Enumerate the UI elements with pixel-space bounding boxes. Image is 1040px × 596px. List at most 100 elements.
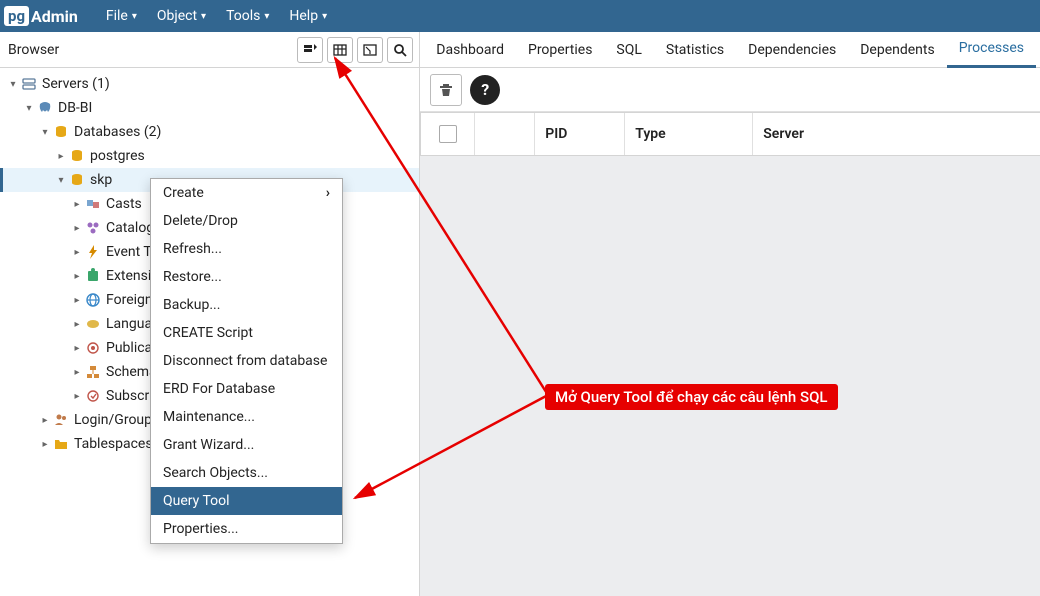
select-all-checkbox[interactable]	[439, 125, 457, 143]
folder-icon	[52, 435, 70, 453]
tab-sql[interactable]: SQL	[604, 32, 653, 68]
tree-label: Servers (1)	[42, 76, 110, 92]
ctx-label: Backup...	[163, 297, 220, 313]
ctx-item-maintenance[interactable]: Maintenance...	[151, 403, 342, 431]
tab-dashboard[interactable]: Dashboard	[424, 32, 516, 68]
delete-button[interactable]	[430, 74, 462, 106]
users-icon	[52, 411, 70, 429]
right-panel: Dashboard Properties SQL Statistics Depe…	[420, 32, 1040, 596]
tree-label: Tablespaces	[74, 436, 153, 452]
tree-label: DB-BI	[58, 100, 92, 116]
languages-icon	[84, 315, 102, 333]
ctx-item-backup[interactable]: Backup...	[151, 291, 342, 319]
chevron-right-icon[interactable]: ▸	[56, 151, 66, 162]
chevron-right-icon[interactable]: ▸	[72, 223, 82, 234]
subscriptions-icon	[84, 387, 102, 405]
chevron-right-icon[interactable]: ▸	[72, 199, 82, 210]
chevron-down-icon: ▾	[322, 11, 327, 22]
menubar: pg Admin File▾ Object▾ Tools▾ Help▾	[0, 0, 1040, 32]
bolt-icon	[84, 243, 102, 261]
annotation-callout: Mở Query Tool để chạy các câu lệnh SQL	[545, 384, 838, 410]
chevron-right-icon[interactable]: ▸	[72, 367, 82, 378]
ctx-item-grant-wizard[interactable]: Grant Wizard...	[151, 431, 342, 459]
chevron-down-icon[interactable]: ▾	[24, 103, 34, 114]
chevron-right-icon[interactable]: ▸	[72, 343, 82, 354]
chevron-down-icon[interactable]: ▾	[8, 79, 18, 90]
query-tool-icon-button[interactable]	[297, 37, 323, 63]
ctx-label: Search Objects...	[163, 465, 268, 481]
filter-rows-icon-button[interactable]	[357, 37, 383, 63]
ctx-label: Maintenance...	[163, 409, 255, 425]
col-type[interactable]: Type	[625, 113, 753, 155]
chevron-right-icon[interactable]: ▸	[72, 247, 82, 258]
ctx-item-delete-drop[interactable]: Delete/Drop	[151, 207, 342, 235]
context-menu: Create › Delete/Drop Refresh... Restore... Ba…	[150, 178, 343, 544]
ctx-label: Create	[163, 185, 204, 201]
ctx-label: Query Tool	[163, 493, 230, 509]
processes-toolbar: ?	[420, 68, 1040, 112]
col-server[interactable]: Server	[753, 113, 1040, 155]
tree-db-bi[interactable]: ▾ DB-BI	[0, 96, 419, 120]
logo-text: Admin	[31, 7, 78, 26]
chevron-right-icon[interactable]: ▸	[72, 271, 82, 282]
chevron-down-icon[interactable]: ▾	[56, 175, 66, 186]
ctx-item-restore[interactable]: Restore...	[151, 263, 342, 291]
help-button[interactable]: ?	[470, 75, 500, 105]
chevron-right-icon[interactable]: ▸	[72, 319, 82, 330]
tab-processes[interactable]: Processes	[947, 32, 1036, 68]
processes-empty	[420, 156, 1040, 596]
ctx-label: Grant Wizard...	[163, 437, 254, 453]
publications-icon	[84, 339, 102, 357]
database-icon	[68, 171, 86, 189]
tab-statistics[interactable]: Statistics	[654, 32, 736, 68]
search-objects-icon-button[interactable]	[387, 37, 413, 63]
ctx-item-properties[interactable]: Properties...	[151, 515, 342, 543]
tab-properties[interactable]: Properties	[516, 32, 604, 68]
tree-label: skp	[90, 172, 112, 188]
ctx-item-erd-for-database[interactable]: ERD For Database	[151, 375, 342, 403]
col-blank	[475, 113, 535, 155]
catalogs-icon	[84, 219, 102, 237]
tabbar: Dashboard Properties SQL Statistics Depe…	[420, 32, 1040, 68]
ctx-label: Refresh...	[163, 241, 222, 257]
menu-object[interactable]: Object▾	[147, 8, 216, 24]
tree-postgres[interactable]: ▸ postgres	[0, 144, 419, 168]
chevron-down-icon: ▾	[201, 11, 206, 22]
ctx-item-refresh[interactable]: Refresh...	[151, 235, 342, 263]
ctx-item-search-objects[interactable]: Search Objects...	[151, 459, 342, 487]
col-pid[interactable]: PID	[535, 113, 625, 155]
menu-help[interactable]: Help▾	[279, 8, 337, 24]
ctx-label: CREATE Script	[163, 325, 253, 341]
tree-label: postgres	[90, 148, 145, 164]
ctx-item-create[interactable]: Create ›	[151, 179, 342, 207]
tree-databases[interactable]: ▾ Databases (2)	[0, 120, 419, 144]
chevron-right-icon[interactable]: ▸	[40, 415, 50, 426]
table-header: PID Type Server	[420, 112, 1040, 156]
tab-dependents[interactable]: Dependents	[848, 32, 946, 68]
chevron-down-icon[interactable]: ▾	[40, 127, 50, 138]
puzzle-icon	[84, 267, 102, 285]
tab-dependencies[interactable]: Dependencies	[736, 32, 848, 68]
view-data-icon-button[interactable]	[327, 37, 353, 63]
ctx-label: Properties...	[163, 521, 239, 537]
tree-label: Databases (2)	[74, 124, 161, 140]
casts-icon	[84, 195, 102, 213]
tree-servers[interactable]: ▾ Servers (1)	[0, 72, 419, 96]
tree-label: Casts	[106, 196, 142, 212]
chevron-right-icon[interactable]: ▸	[72, 391, 82, 402]
schema-icon	[84, 363, 102, 381]
ctx-label: Restore...	[163, 269, 222, 285]
chevron-down-icon: ▾	[132, 11, 137, 22]
ctx-label: Disconnect from database	[163, 353, 327, 369]
menu-tools[interactable]: Tools▾	[216, 8, 279, 24]
chevron-right-icon[interactable]: ▸	[40, 439, 50, 450]
chevron-right-icon: ›	[326, 185, 330, 201]
elephant-icon	[36, 99, 54, 117]
ctx-item-disconnect-from-database[interactable]: Disconnect from database	[151, 347, 342, 375]
ctx-item-create-script[interactable]: CREATE Script	[151, 319, 342, 347]
chevron-right-icon[interactable]: ▸	[72, 295, 82, 306]
ctx-item-query-tool[interactable]: Query Tool	[151, 487, 342, 515]
menu-file[interactable]: File▾	[96, 8, 147, 24]
logo-box: pg	[4, 6, 29, 26]
chevron-down-icon: ▾	[264, 11, 269, 22]
